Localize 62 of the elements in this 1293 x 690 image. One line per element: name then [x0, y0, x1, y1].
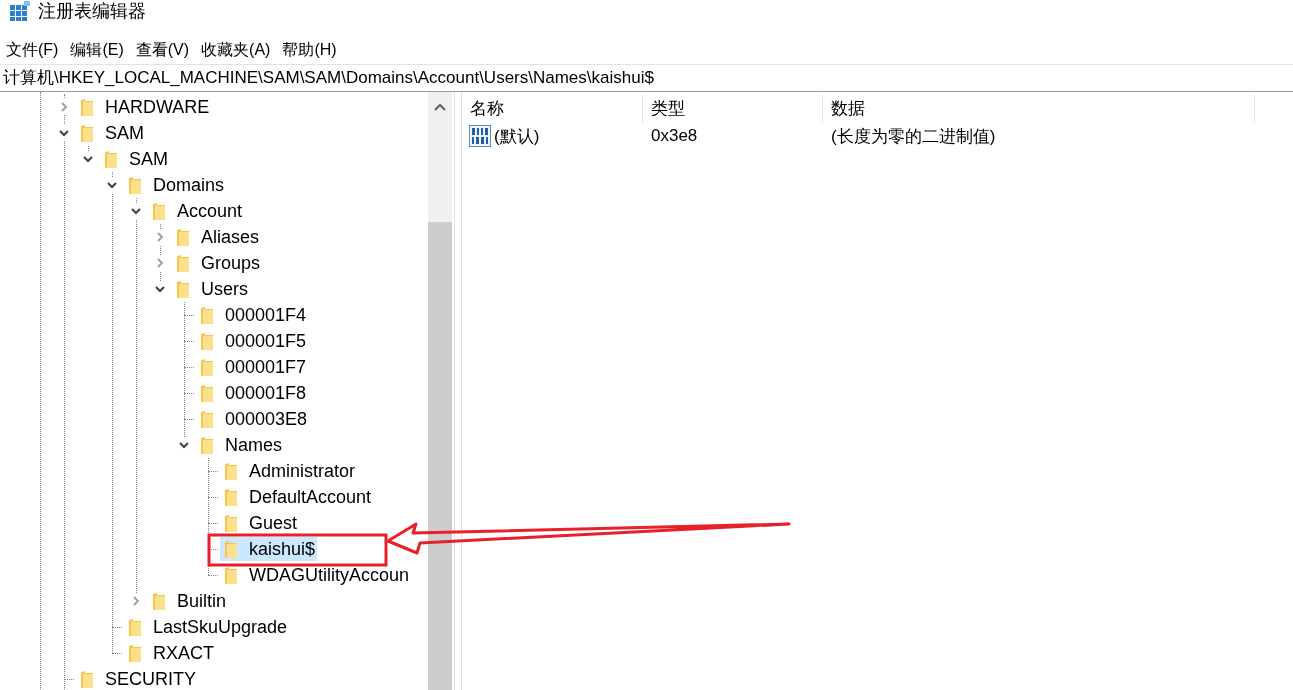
tree-item[interactable]: 000001F8: [196, 381, 309, 405]
menu-item[interactable]: 收藏夹(A): [195, 39, 277, 61]
scrollbar[interactable]: [428, 92, 452, 690]
folder-icon: [200, 357, 214, 377]
folder-icon: [224, 539, 238, 559]
window-title: 注册表编辑器: [38, 1, 146, 21]
folder-icon: [176, 253, 190, 273]
value-data: (长度为零的二进制值): [830, 125, 997, 148]
tree-item[interactable]: Groups: [172, 251, 263, 275]
folder-icon: [224, 487, 238, 507]
folder-icon: [176, 227, 190, 247]
tree-item[interactable]: Names: [196, 433, 284, 457]
folder-icon: [200, 409, 214, 429]
folder-icon: [200, 435, 214, 455]
folder-icon: [128, 617, 142, 637]
folder-icon: [80, 97, 94, 117]
tree-item[interactable]: Builtin: [148, 589, 229, 613]
tree-item[interactable]: LastSkuUpgrade: [124, 615, 290, 639]
folder-icon: [176, 279, 190, 299]
binary-value-icon: [469, 125, 491, 147]
tree-item[interactable]: RXACT: [124, 641, 216, 665]
tree-item[interactable]: 000001F5: [196, 329, 309, 353]
folder-icon: [80, 669, 94, 689]
tree-item[interactable]: DefaultAccount: [220, 485, 374, 509]
column-header[interactable]: 数据: [823, 95, 1255, 123]
folder-icon: [200, 383, 214, 403]
tree-item[interactable]: kaishui$: [220, 537, 318, 561]
value-name[interactable]: (默认): [494, 124, 540, 148]
menu-item[interactable]: 帮助(H): [276, 39, 343, 61]
folder-icon: [152, 591, 166, 611]
address-field[interactable]: 计算机\HKEY_LOCAL_MACHINE\SAM\SAM\Domains\Account\Users\Names\kaishui$: [0, 65, 1293, 91]
folder-icon: [224, 513, 238, 533]
folder-icon: [200, 305, 214, 325]
folder-icon: [200, 331, 214, 351]
folder-icon: [104, 149, 118, 169]
folder-icon: [128, 175, 142, 195]
tree-item[interactable]: SAM: [100, 147, 170, 171]
tree-item[interactable]: Account: [148, 199, 245, 223]
folder-icon: [80, 123, 94, 143]
folder-icon: [152, 201, 166, 221]
tree-item[interactable]: SECURITY: [76, 667, 198, 690]
column-header[interactable]: 类型: [643, 95, 823, 123]
value-type: 0x3e8: [650, 126, 699, 146]
folder-icon: [128, 643, 142, 663]
tree-item[interactable]: Guest: [220, 511, 300, 535]
menu-item[interactable]: 编辑(E): [64, 39, 130, 61]
tree-item[interactable]: Domains: [124, 173, 227, 197]
menu-item[interactable]: 文件(F): [0, 39, 65, 61]
folder-icon: [224, 461, 238, 481]
tree-item[interactable]: SAM: [76, 121, 146, 145]
scroll-thumb[interactable]: [428, 222, 452, 690]
app-icon: [10, 1, 30, 21]
tree-item[interactable]: 000003E8: [196, 407, 310, 431]
tree-item[interactable]: HARDWARE: [76, 95, 212, 119]
tree-item[interactable]: 000001F4: [196, 303, 309, 327]
menu-item[interactable]: 查看(V): [129, 39, 196, 61]
column-header[interactable]: 名称: [462, 95, 643, 123]
tree-item[interactable]: WDAGUtilityAccoun: [220, 563, 412, 587]
tree-item[interactable]: 000001F7: [196, 355, 309, 379]
tree-item[interactable]: Users: [172, 277, 250, 301]
tree-item[interactable]: Aliases: [172, 225, 262, 249]
tree-item[interactable]: Administrator: [220, 459, 358, 483]
